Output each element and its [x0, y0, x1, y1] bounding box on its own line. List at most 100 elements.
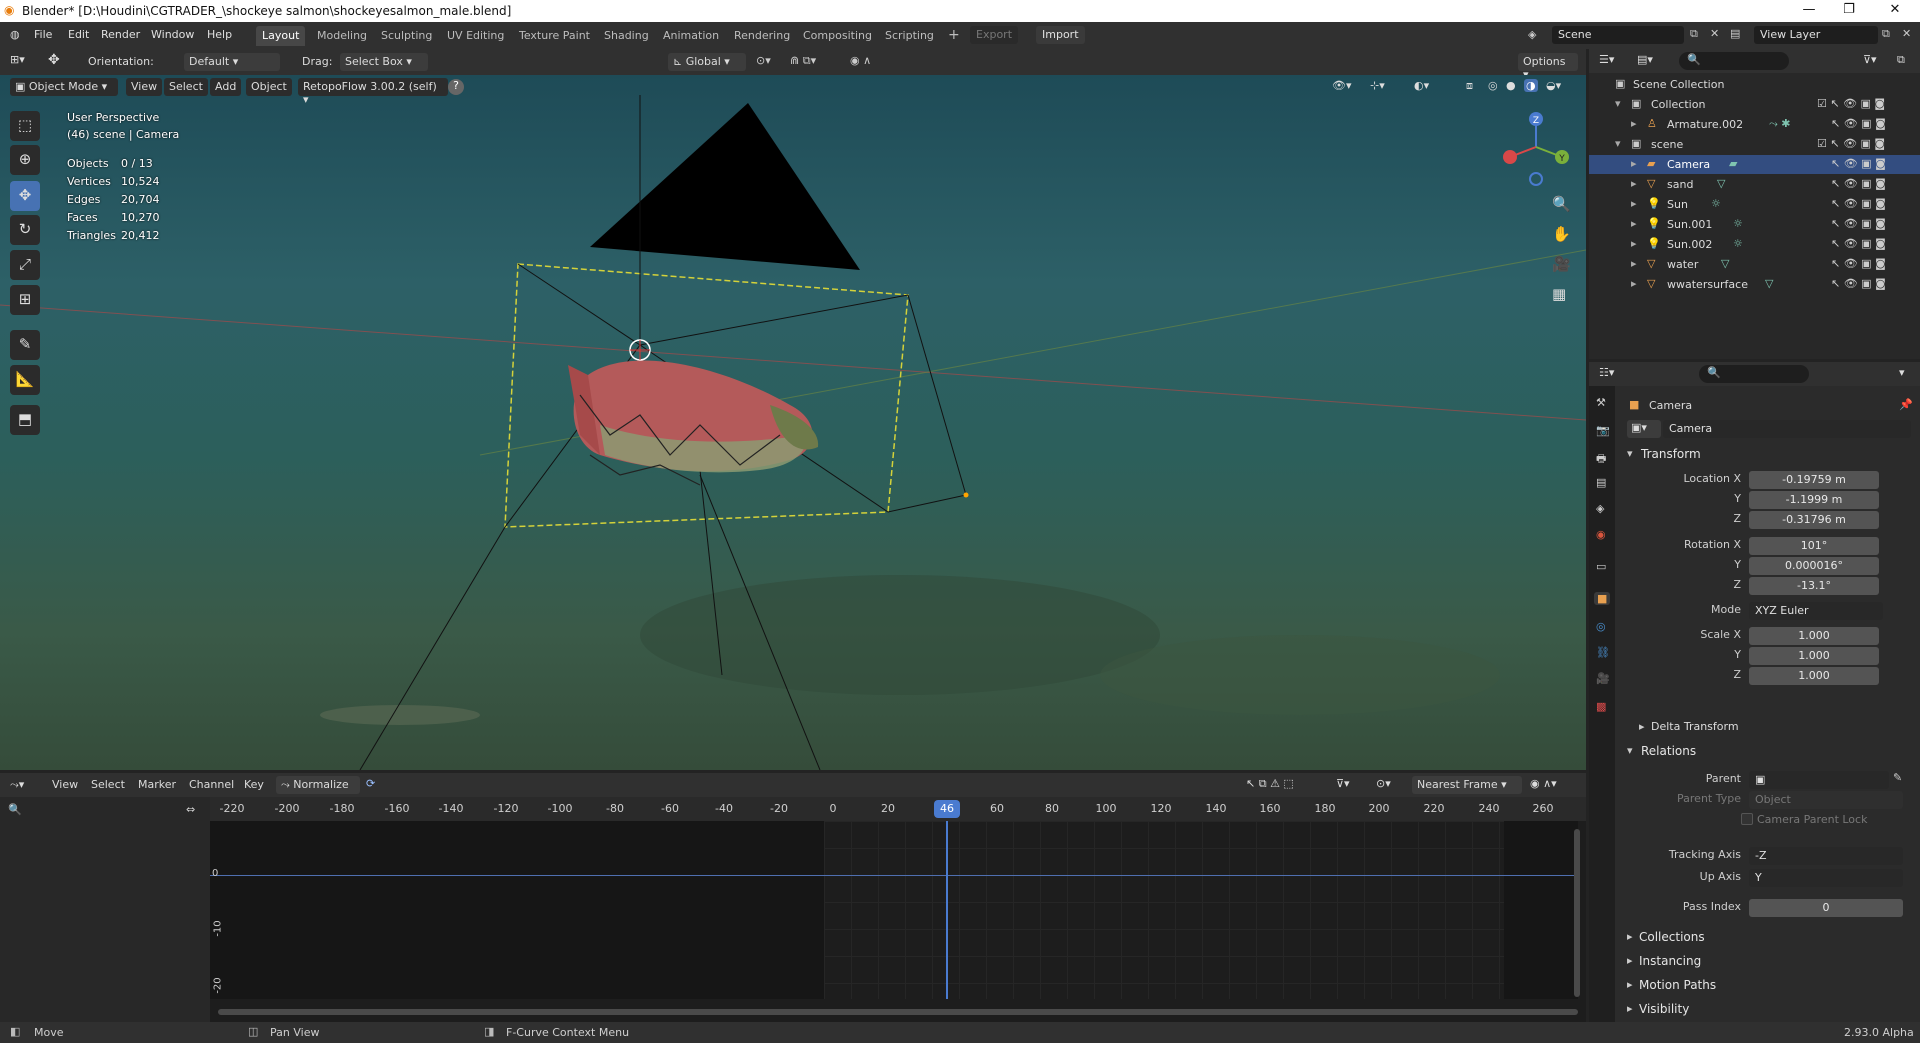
add-cube-tool-icon[interactable]: ⬒	[10, 405, 40, 435]
normalize-toggle[interactable]: ⤳ Normalize	[276, 776, 360, 794]
delta-transform-subpanel[interactable]: Delta Transform	[1651, 720, 1739, 733]
fcurve-line[interactable]	[210, 875, 1578, 876]
workspace-tab-uv-editing[interactable]: UV Editing	[441, 26, 510, 46]
menu-file[interactable]: File	[34, 28, 52, 41]
outliner-row-sun-001[interactable]: ▸ 💡 Sun.001 ☼ ↖ 👁 ▣ ◙	[1589, 215, 1920, 234]
measure-tool-icon[interactable]: 📐	[10, 365, 40, 395]
eyedropper-icon[interactable]: ✎	[1893, 771, 1902, 784]
expand-arrow-icon[interactable]: ▸	[1631, 117, 1637, 130]
visibility-icon[interactable]: 👁▾	[1332, 79, 1352, 92]
workspace-tab-compositing[interactable]: Compositing	[797, 26, 878, 46]
menu-render[interactable]: Render	[101, 28, 140, 41]
row-toggle-icons[interactable]: ↖ 👁 ▣ ◙	[1831, 197, 1886, 210]
outliner-row-sun-002[interactable]: ▸ 💡 Sun.002 ☼ ↖ 👁 ▣ ◙	[1589, 235, 1920, 254]
move-tool-button[interactable]: ✥	[10, 181, 40, 211]
gizmo-toggle-icon[interactable]: ⊹▾	[1370, 79, 1385, 92]
row-toggle-icons[interactable]: ↖ 👁 ▣ ◙	[1831, 117, 1886, 130]
expand-arrow-icon[interactable]: ▾	[1615, 137, 1621, 150]
workspace-tab-modeling[interactable]: Modeling	[311, 26, 373, 46]
outliner-row-armature[interactable]: ▸ ♙ Armature.002 ⤳ ✱ ↖ 👁 ▣ ◙	[1589, 115, 1920, 134]
outliner-row-scene[interactable]: ▾ ▣ scene ☑ ↖ 👁 ▣ ◙	[1589, 135, 1920, 154]
workspace-tab-rendering[interactable]: Rendering	[728, 26, 796, 46]
rotation-z-field[interactable]: -13.1°	[1749, 577, 1879, 595]
object-browse-icon[interactable]: ▣▾	[1627, 420, 1661, 438]
graph-menu-channel[interactable]: Channel	[189, 778, 234, 791]
options-dropdown[interactable]: Options ▾	[1518, 53, 1578, 81]
outliner-editor-type-icon[interactable]: ☰▾	[1599, 53, 1614, 66]
navigation-gizmo[interactable]: Z Y	[1496, 107, 1576, 187]
export-button[interactable]: Export	[970, 26, 1019, 44]
annotate-tool-icon[interactable]: ✎	[10, 330, 40, 360]
outliner-row-camera[interactable]: ▸ ▰ Camera ▰ ↖ 👁 ▣ ◙	[1589, 155, 1920, 174]
normalize-refresh-icon[interactable]: ⟳	[366, 777, 375, 790]
viewport-menu-object[interactable]: Object	[246, 78, 292, 96]
rotation-mode-dropdown[interactable]: XYZ Euler	[1749, 602, 1883, 620]
constraints-tab-icon[interactable]: ⛓	[1596, 646, 1610, 659]
instancing-expand-icon[interactable]: ▸	[1627, 954, 1633, 967]
rotate-tool-icon[interactable]: ↻	[10, 215, 40, 245]
retopoflow-dropdown[interactable]: RetopoFlow 3.00.2 (self) ▾	[298, 78, 448, 106]
object-name-field[interactable]: Camera	[1663, 420, 1911, 438]
world-tab-icon[interactable]: ◉	[1596, 528, 1606, 541]
output-tab-icon[interactable]: 🖶	[1596, 450, 1606, 469]
row-toggle-icons[interactable]: ↖ 👁 ▣ ◙	[1831, 157, 1886, 170]
instancing-panel-title[interactable]: Instancing	[1639, 954, 1701, 968]
rotation-x-field[interactable]: 101°	[1749, 537, 1879, 555]
view-layer-selector[interactable]: View Layer	[1754, 26, 1878, 44]
expand-arrow-icon[interactable]: ▸	[1631, 157, 1637, 170]
proportional-graph-icon[interactable]: ◉ ∧▾	[1530, 777, 1557, 790]
scale-x-field[interactable]: 1.000	[1749, 627, 1879, 645]
material-shading-icon[interactable]: ◑	[1524, 79, 1538, 92]
parent-field[interactable]: ▣	[1749, 771, 1889, 789]
playhead-line[interactable]	[946, 821, 948, 999]
new-collection-icon[interactable]: ⧉	[1897, 53, 1905, 67]
parent-type-dropdown[interactable]: Object	[1749, 791, 1903, 809]
pan-hand-icon[interactable]: ✋	[1552, 225, 1571, 243]
menu-edit[interactable]: Edit	[68, 28, 89, 41]
current-frame-indicator[interactable]: 46	[934, 800, 960, 818]
zoom-icon[interactable]: 🔍	[1552, 195, 1571, 213]
scene-tab-icon[interactable]: ◈	[1596, 502, 1604, 515]
help-icon[interactable]: ?	[448, 79, 464, 95]
view-layer-remove-icon[interactable]: ✕	[1902, 27, 1911, 40]
outliner-row-scene-collection[interactable]: ▣ Scene Collection	[1589, 75, 1920, 94]
collections-panel-title[interactable]: Collections	[1639, 930, 1705, 944]
view-layer-tab-icon[interactable]: ▤	[1596, 476, 1606, 489]
tracking-axis-dropdown[interactable]: -Z	[1749, 847, 1903, 865]
frame-ruler[interactable]: -220 -200 -180 -160 -140 -120 -100 -80 -…	[210, 797, 1586, 821]
motion-paths-panel-title[interactable]: Motion Paths	[1639, 978, 1716, 992]
workspace-tab-layout[interactable]: Layout	[256, 26, 306, 46]
outliner-row-collection[interactable]: ▾ ▣ Collection ☑ ↖ 👁 ▣ ◙	[1589, 95, 1920, 114]
object-data-tab-icon[interactable]: 🎥	[1596, 672, 1610, 685]
physics-tab-icon[interactable]: ◎	[1596, 620, 1606, 633]
viewport-menu-view[interactable]: View	[126, 78, 163, 96]
menu-help[interactable]: Help	[207, 28, 232, 41]
texture-tab-icon[interactable]: ▩	[1596, 700, 1606, 713]
viewport-menu-add[interactable]: Add	[210, 78, 242, 96]
pivot-graph-icon[interactable]: ⊙▾	[1376, 777, 1391, 790]
xray-toggle-icon[interactable]: ⧈	[1466, 79, 1473, 93]
location-z-field[interactable]: -0.31796 m	[1749, 511, 1879, 529]
transform-collapse-icon[interactable]: ▾	[1627, 447, 1633, 460]
graph-editor-type-icon[interactable]: ⤳▾	[10, 778, 24, 792]
outliner-row-wwatersurface[interactable]: ▸ ▽ wwatersurface ▽ ↖ 👁 ▣ ◙	[1589, 275, 1920, 294]
graph-menu-key[interactable]: Key	[244, 778, 264, 791]
vertical-scrollbar[interactable]	[1574, 829, 1580, 997]
row-toggle-icons[interactable]: ↖ 👁 ▣ ◙	[1831, 217, 1886, 230]
pin-icon[interactable]: 📌	[1899, 398, 1913, 411]
scene-remove-icon[interactable]: ✕	[1710, 27, 1719, 40]
orientation-dropdown[interactable]: Default ▾	[184, 53, 280, 71]
scene-selector[interactable]: Scene	[1552, 26, 1684, 44]
channel-search-icon[interactable]: 🔍	[8, 803, 22, 816]
menu-window[interactable]: Window	[151, 28, 194, 41]
collection-tab-icon[interactable]: ▭	[1596, 560, 1606, 573]
pivot-icon[interactable]: ⊙▾	[756, 54, 771, 67]
scale-tool-icon[interactable]: ⤢	[10, 250, 40, 280]
expand-arrow-icon[interactable]: ▸	[1631, 277, 1637, 290]
horizontal-scrollbar[interactable]	[218, 1009, 1578, 1015]
motion-paths-expand-icon[interactable]: ▸	[1627, 978, 1633, 991]
properties-options-icon[interactable]: ▾	[1899, 366, 1905, 379]
delta-transform-expand-icon[interactable]: ▸	[1639, 720, 1645, 733]
visibility-panel-title[interactable]: Visibility	[1639, 1002, 1689, 1016]
properties-editor-type-icon[interactable]: ☷▾	[1599, 366, 1614, 379]
